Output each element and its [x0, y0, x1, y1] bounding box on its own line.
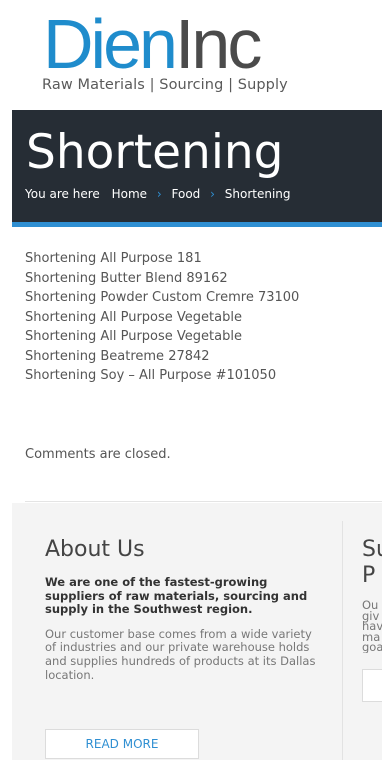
product-link[interactable]: Shortening Butter Blend 89162 — [25, 269, 299, 289]
product-link[interactable]: Shortening All Purpose Vegetable — [25, 327, 299, 347]
breadcrumb-prefix: You are here — [25, 187, 100, 201]
logo-tagline: Raw Materials | Sourcing | Supply — [42, 77, 288, 93]
about-us-title: About Us — [45, 537, 145, 562]
footer-column-separator — [342, 521, 343, 760]
breadcrumb: You are here Home › Food › Shortening — [25, 187, 291, 201]
second-widget-title: Su P — [362, 537, 382, 588]
product-link[interactable]: Shortening Powder Custom Cremre 73100 — [25, 288, 299, 308]
title-band-accent-bar — [12, 222, 382, 227]
footer-widgets: About Us We are one of the fastest-growi… — [12, 503, 382, 760]
product-link[interactable]: Shortening Beatreme 27842 — [25, 347, 299, 367]
logo-word-inc: Inc — [174, 5, 262, 83]
site-logo[interactable]: DienInc Raw Materials | Sourcing | Suppl… — [37, 6, 382, 98]
page-title-band: Shortening You are here Home › Food › Sh… — [12, 110, 382, 226]
second-widget-button[interactable] — [362, 669, 382, 702]
breadcrumb-food-link[interactable]: Food — [172, 187, 201, 201]
breadcrumb-separator-icon: › — [156, 187, 162, 201]
logo-wordmark: DienInc — [43, 5, 262, 83]
about-us-body: Our customer base comes from a wide vari… — [45, 626, 316, 682]
second-footer-widget: Su P Ou giv hav ma goa — [362, 537, 382, 653]
breadcrumb-separator-icon: › — [210, 187, 215, 201]
read-more-button[interactable]: READ MORE — [45, 729, 199, 759]
content-divider — [25, 501, 382, 502]
about-us-lead: We are one of the fastest-growing suppli… — [45, 575, 308, 616]
product-link[interactable]: Shortening Soy – All Purpose #101050 — [25, 366, 299, 386]
breadcrumb-home-link[interactable]: Home — [112, 187, 147, 201]
product-list: Shortening All Purpose 181 Shortening Bu… — [25, 249, 299, 386]
logo-word-main: Dien — [43, 5, 178, 83]
page-title: Shortening — [26, 125, 284, 180]
about-us-widget: About Us We are one of the fastest-growi… — [45, 537, 320, 682]
product-link[interactable]: Shortening All Purpose 181 — [25, 249, 299, 269]
second-widget-body: Ou giv hav ma goa — [362, 598, 382, 653]
comments-closed-notice: Comments are closed. — [25, 447, 171, 462]
breadcrumb-current: Shortening — [224, 187, 291, 201]
product-link[interactable]: Shortening All Purpose Vegetable — [25, 308, 299, 328]
